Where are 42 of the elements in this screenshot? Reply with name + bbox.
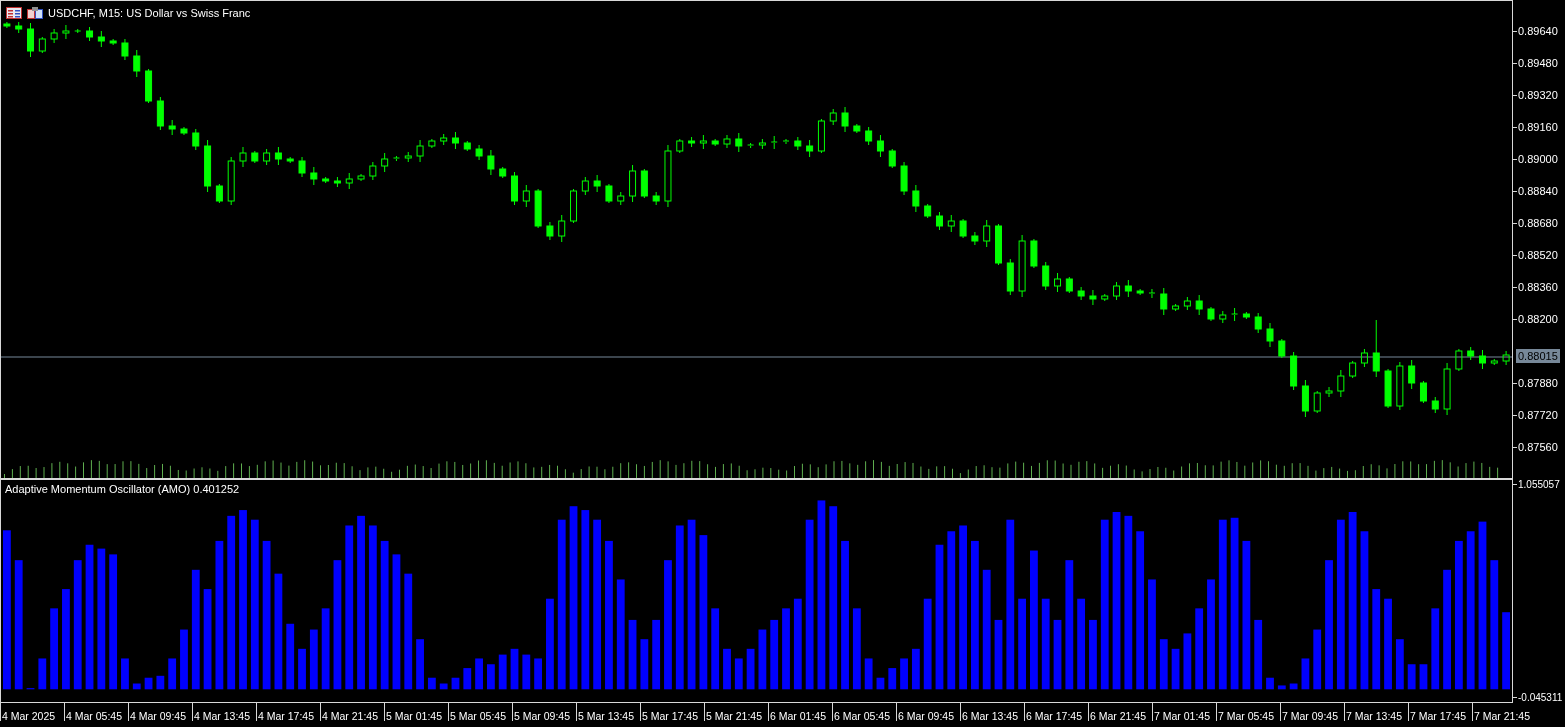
price-axis-label: 0.89160: [1518, 121, 1558, 133]
time-axis-label: 5 Mar 01:45: [384, 703, 448, 721]
price-axis-label: 0.89480: [1518, 57, 1558, 69]
time-axis-label: 6 Mar 05:45: [832, 703, 896, 721]
time-axis-label: 4 Mar 17:45: [256, 703, 320, 721]
chart-title: USDCHF, M15: US Dollar vs Swiss Franc: [48, 7, 251, 19]
time-axis-label: 6 Mar 09:45: [896, 703, 960, 721]
price-axis-label: 0.88680: [1518, 217, 1558, 229]
price-axis-label: 0.88520: [1518, 249, 1558, 261]
time-axis-label: 5 Mar 21:45: [704, 703, 768, 721]
time-axis-label: 5 Mar 17:45: [640, 703, 704, 721]
time-axis-label: 7 Mar 05:45: [1216, 703, 1280, 721]
price-axis-label: 0.88840: [1518, 185, 1558, 197]
price-axis-label: 0.87720: [1518, 409, 1558, 421]
time-axis-label: 6 Mar 13:45: [960, 703, 1024, 721]
time-axis-label: 5 Mar 09:45: [512, 703, 576, 721]
time-axis-label: 5 Mar 13:45: [576, 703, 640, 721]
price-axis-label: 0.89000: [1518, 153, 1558, 165]
price-axis-label: 0.87560: [1518, 441, 1558, 453]
indicator-axis-label: -0.045311: [1518, 691, 1563, 703]
time-axis-label: 4 Mar 09:45: [128, 703, 192, 721]
time-axis-label: 5 Mar 05:45: [448, 703, 512, 721]
time-axis-label: 7 Mar 21:45: [1472, 703, 1536, 721]
time-axis-label: 4 Mar 13:45: [192, 703, 256, 721]
time-axis-label: 6 Mar 01:45: [768, 703, 832, 721]
time-axis-label: 7 Mar 17:45: [1408, 703, 1472, 721]
time-axis-label: 4 Mar 21:45: [320, 703, 384, 721]
price-axis-label: 0.88360: [1518, 281, 1558, 293]
time-axis-label: 7 Mar 01:45: [1152, 703, 1216, 721]
indicator-label: Adaptive Momentum Oscillator (AMO) 0.401252: [5, 483, 240, 495]
time-axis-label: 7 Mar 13:45: [1344, 703, 1408, 721]
time-axis-label: 6 Mar 21:45: [1088, 703, 1152, 721]
price-axis-label: 0.87880: [1518, 377, 1558, 389]
price-axis-label: 0.88200: [1518, 313, 1558, 325]
time-axis-label: 6 Mar 17:45: [1024, 703, 1088, 721]
time-axis-label: 4 Mar 05:45: [64, 703, 128, 721]
indicator-axis-label: 1.055057: [1518, 479, 1560, 491]
time-axis-label: 7 Mar 09:45: [1280, 703, 1344, 721]
price-axis-label: 0.89640: [1518, 25, 1558, 37]
current-price-label: 0.88015: [1516, 349, 1560, 363]
time-axis-label: 4 Mar 2025: [0, 703, 64, 721]
price-axis-label: 0.89320: [1518, 89, 1558, 101]
